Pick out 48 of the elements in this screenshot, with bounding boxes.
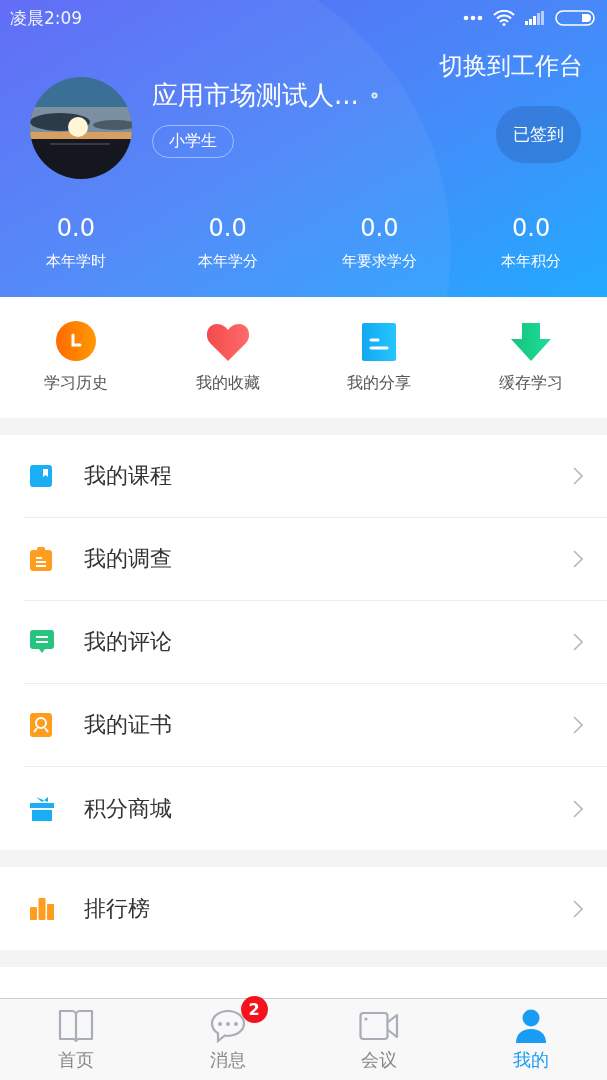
menu-item[interactable]: 我的评论 <box>24 601 607 684</box>
badge-icon <box>370 92 378 99</box>
heart-icon <box>205 323 250 361</box>
stat-label: 本年学分 <box>197 252 258 271</box>
gift-icon <box>30 796 54 821</box>
menu-item[interactable]: 我的课程 <box>24 435 607 518</box>
unread-count-badge: 2 <box>240 996 268 1023</box>
more-dots-icon <box>463 15 483 21</box>
download-arrow-icon <box>510 323 553 361</box>
book-icon <box>57 1009 94 1043</box>
video-camera-icon <box>359 1011 400 1041</box>
chevron-right-icon <box>573 899 583 918</box>
chevron-right-icon <box>573 716 583 734</box>
stat-value: 0.0 <box>512 214 551 242</box>
chevron-right-icon <box>573 799 583 818</box>
chevron-right-icon <box>573 467 583 485</box>
tab[interactable]: 2 消息 <box>151 999 304 1080</box>
stat-label: 本年学时 <box>45 252 106 271</box>
stat-value: 0.0 <box>360 214 399 242</box>
shortcut-item[interactable]: 缓存学习 <box>455 297 607 418</box>
stat-label: 本年积分 <box>501 252 562 271</box>
bookmark-book-icon <box>30 465 52 487</box>
bar-chart-icon <box>30 897 54 920</box>
battery-icon <box>555 10 595 26</box>
menu-item[interactable]: 我的调查 <box>24 518 607 601</box>
menu-item[interactable]: 积分商城 <box>24 767 607 850</box>
clock-icon <box>55 321 96 361</box>
signal-icon <box>525 11 545 25</box>
person-icon <box>515 1009 548 1043</box>
wifi-icon <box>493 10 515 26</box>
status-time: 凌晨2:09 <box>10 6 83 30</box>
menu-item[interactable]: 排行榜 <box>24 867 607 950</box>
document-icon <box>362 323 397 361</box>
shortcut-item[interactable]: 学习历史 <box>0 297 152 418</box>
comment-icon <box>30 630 54 654</box>
user-name: 应用市场测试人... <box>152 79 359 112</box>
chevron-right-icon <box>573 633 583 651</box>
certificate-icon <box>30 713 52 737</box>
clipboard-icon <box>30 547 52 571</box>
chevron-right-icon <box>573 550 583 568</box>
chat-bubble-icon <box>209 1009 246 1043</box>
menu-item[interactable]: 我的证书 <box>24 684 607 767</box>
stat-label: 年要求学分 <box>341 252 417 271</box>
shortcut-item[interactable]: 我的分享 <box>303 297 456 418</box>
stat-value: 0.0 <box>56 214 95 242</box>
shortcut-item[interactable]: 我的收藏 <box>151 297 304 418</box>
stat-value: 0.0 <box>208 214 247 242</box>
check-in-button[interactable]: 已签到 <box>496 106 581 163</box>
